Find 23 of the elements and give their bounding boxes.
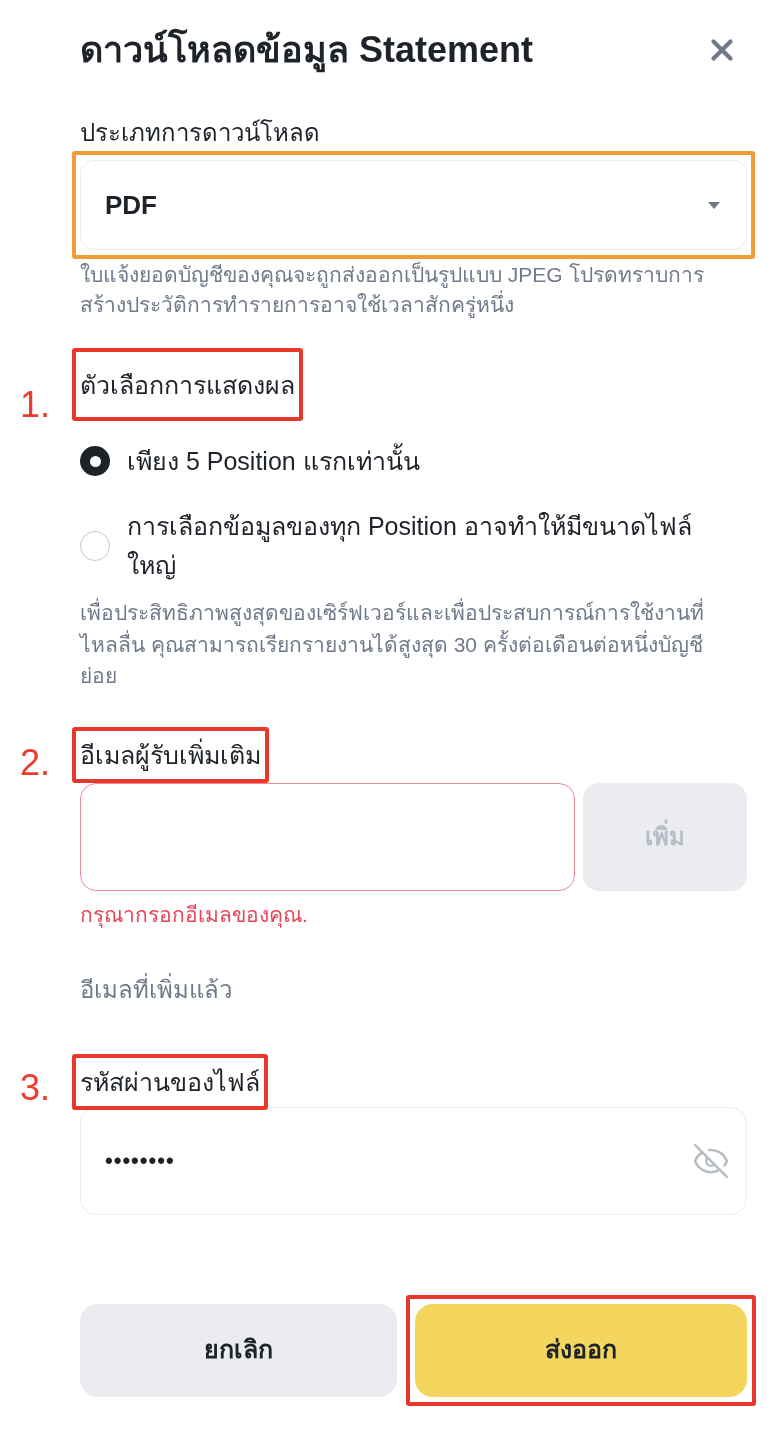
export-button[interactable]: ส่งออก — [415, 1303, 747, 1397]
note-text: เพื่อประสิทธิภาพสูงสุดของเซิร์ฟเวอร์และเพื่อประสบการณ์การใช้งานที่ไหลลื่น คุณสามารถเรียกรายงานได้สูงสุด 30 ครั้งต่อเดือนต่อหนึ่งบัญชีย่อย — [80, 597, 725, 692]
field-label: ตัวเลือกการแสดงผล — [80, 370, 295, 400]
dropdown-field[interactable]: PDF — [80, 160, 747, 250]
field-label: รหัสผ่านของไฟล์ — [80, 1066, 260, 1097]
field-label: อีเมลผู้รับเพิ่มเติม — [80, 739, 261, 770]
dialog-title: ดาวน์โหลดข้อมูล Statement — [80, 26, 534, 74]
caret-icon — [708, 201, 720, 209]
added-emails-label: อีเมลที่เพิ่มแล้ว — [80, 974, 233, 1005]
email-input-field[interactable] — [80, 782, 575, 891]
option-label[interactable]: เพียง 5 Position แรกเท่านั้น — [127, 443, 420, 479]
step-number: 2. — [20, 741, 51, 783]
hint-text: ใบแจ้งยอดบัญชีของคุณจะถูกส่งออกเป็นรูปแบบ JPEG โปรดทราบการสร้างประวัติการทำรายการอาจใช้เวลาสักครู่หนึ่ง — [80, 260, 705, 320]
radio-button[interactable] — [80, 446, 110, 476]
field-label: ประเภทการดาวน์โหลด — [80, 118, 321, 148]
error-message: กรุณากรอกอีเมลของคุณ. — [80, 901, 309, 930]
step-number: 3. — [20, 1066, 51, 1108]
eye-off-icon[interactable] — [692, 1141, 730, 1180]
password-field[interactable]: •••••••• — [80, 1106, 747, 1215]
cancel-button[interactable]: ยกเลิก — [80, 1303, 397, 1397]
radio-button[interactable] — [80, 531, 110, 561]
option-label[interactable]: การเลือกข้อมูลของทุก Position อาจทำให้มีขนาดไฟล์ใหญ่ — [127, 507, 717, 585]
step-number: 1. — [20, 384, 51, 425]
